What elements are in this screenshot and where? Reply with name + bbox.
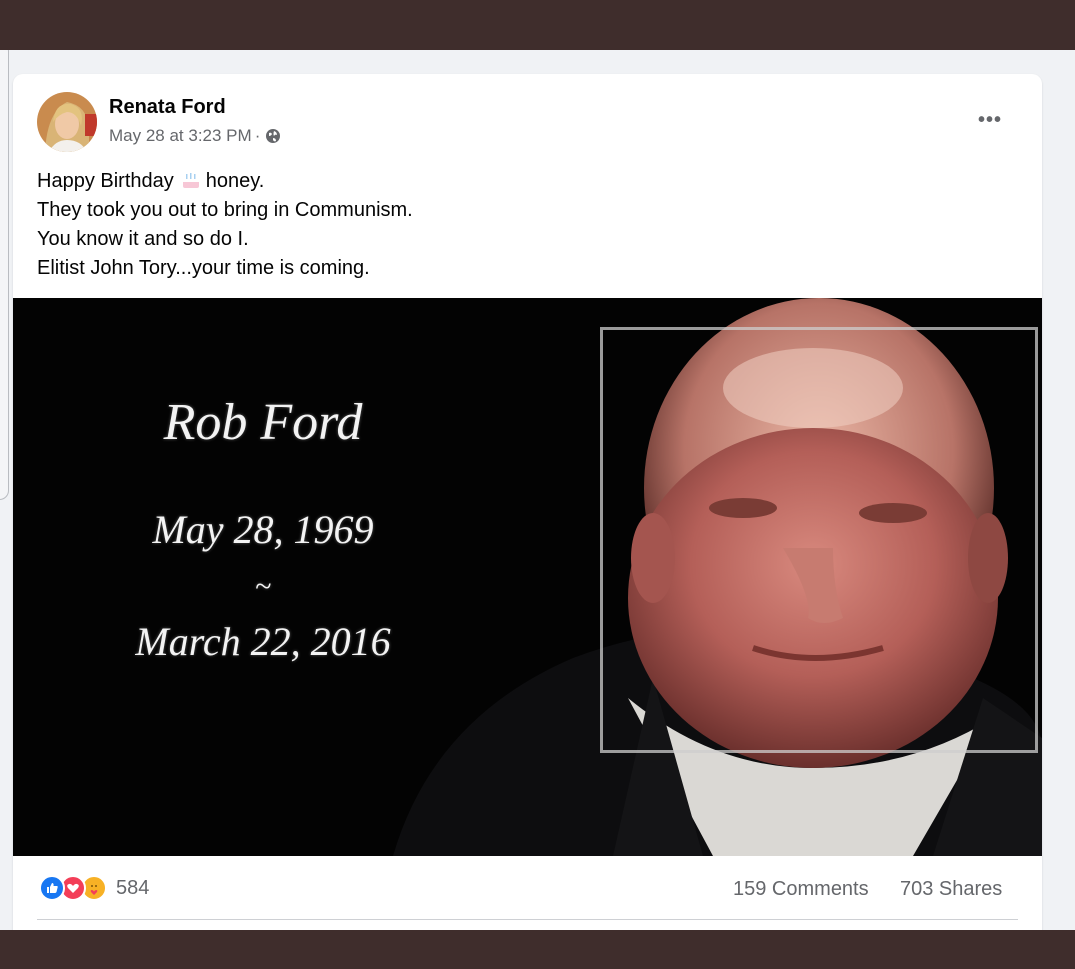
- engagement-divider: [37, 919, 1018, 920]
- post-photo[interactable]: Rob Ford May 28, 1969 ~ March 22, 2016: [13, 298, 1042, 856]
- author-name[interactable]: Renata Ford: [109, 96, 226, 119]
- post-line-1-end: honey.: [205, 170, 265, 192]
- post-options-button[interactable]: •••: [968, 102, 1012, 138]
- like-icon: [39, 875, 65, 901]
- post-line-3: You know it and so do I.: [37, 228, 249, 250]
- post-meta: May 28 at 3:23 PM ·: [109, 126, 281, 146]
- globe-icon[interactable]: [265, 128, 281, 144]
- face-highlight-frame: [600, 327, 1038, 753]
- reactions-summary[interactable]: 584: [39, 875, 149, 901]
- shares-count-link[interactable]: 703 Shares: [900, 878, 1002, 901]
- post-line-4: Elitist John Tory...your time is coming.: [37, 257, 370, 279]
- memorial-birth-date: May 28, 1969: [152, 507, 374, 552]
- more-icon: •••: [977, 109, 1002, 131]
- post-timestamp[interactable]: May 28 at 3:23 PM: [109, 126, 252, 146]
- post-line-1-text: Happy Birthday: [37, 170, 174, 192]
- meta-separator: ·: [254, 126, 261, 145]
- memorial-tilde: ~: [254, 570, 272, 603]
- post-message: Happy Birthday honey. They took you out t…: [37, 167, 937, 283]
- post-line-2: They took you out to bring in Communism.: [37, 199, 413, 221]
- memorial-death-date: March 22, 2016: [135, 619, 391, 664]
- post-card: Renata Ford May 28 at 3:23 PM · ••• Happ…: [13, 74, 1042, 930]
- memorial-name: Rob Ford: [163, 394, 363, 451]
- side-panel-edge: [0, 50, 9, 500]
- feed-viewport: Renata Ford May 28 at 3:23 PM · ••• Happ…: [0, 50, 1075, 930]
- author-avatar[interactable]: [37, 92, 97, 152]
- reaction-count[interactable]: 584: [116, 877, 149, 900]
- comments-count-link[interactable]: 159 Comments: [733, 878, 869, 901]
- birthday-cake-icon: [180, 169, 202, 188]
- post-line-1: Happy Birthday honey.: [37, 167, 937, 196]
- engagement-bar: 584 159 Comments 703 Shares: [13, 856, 1042, 920]
